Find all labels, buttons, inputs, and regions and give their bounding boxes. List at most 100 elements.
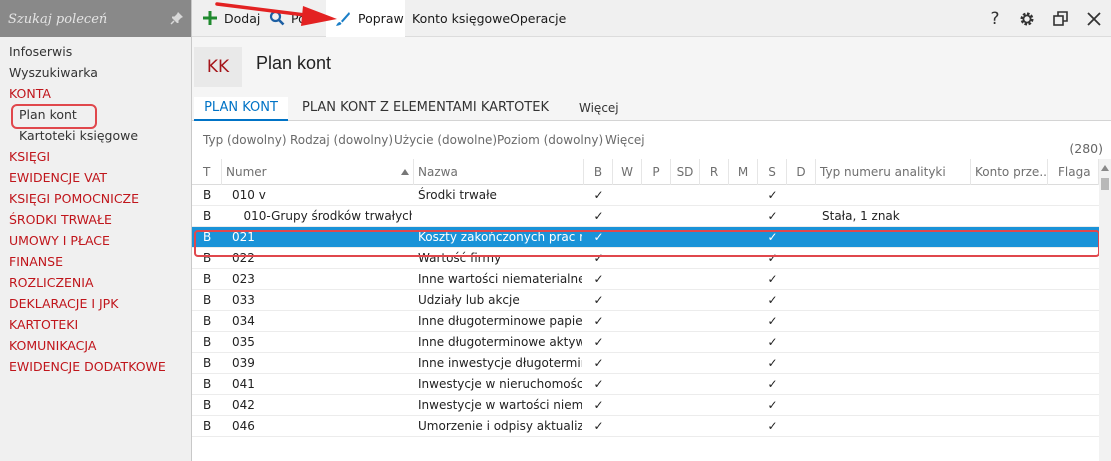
scroll-up-icon[interactable]: [1101, 165, 1109, 171]
cell-t: B: [203, 398, 212, 412]
column-header-t[interactable]: T: [200, 159, 222, 185]
column-header-s[interactable]: S: [758, 159, 787, 185]
scroll-thumb[interactable]: [1101, 178, 1109, 190]
table-row[interactable]: B 046 Umorzenie i odpisy aktualizuj... ✓ ✓: [192, 416, 1099, 437]
help-icon[interactable]: ?: [986, 10, 1004, 28]
cell-t: B: [203, 335, 212, 349]
sidebar-item[interactable]: DEKLARACJE I JPK: [0, 293, 191, 314]
filter-usage[interactable]: Użycie (dowolne): [394, 133, 497, 147]
table-row[interactable]: B 042 Inwestycje w wartości niemat... ✓ ✓: [192, 395, 1099, 416]
cell-nazwa: Inne inwestycje długotermin...: [418, 356, 582, 370]
cell-t: B: [203, 188, 212, 202]
filter-type[interactable]: Typ (dowolny): [203, 133, 287, 147]
filter-level[interactable]: Poziom (dowolny): [497, 133, 603, 147]
cell-b: ✓: [593, 314, 604, 328]
page-title: Plan kont: [256, 53, 332, 73]
cell-nazwa: Inwestycje w wartości niemat...: [418, 398, 582, 412]
cell-nazwa: Umorzenie i odpisy aktualizuj...: [418, 419, 582, 433]
operations-button[interactable]: Operacje: [510, 0, 570, 37]
cell-t: B: [203, 314, 212, 328]
sidebar-item[interactable]: EWIDENCJE VAT: [0, 167, 191, 188]
sidebar-item[interactable]: FINANSE: [0, 251, 191, 272]
sidebar-nav: Infoserwis Wyszukiwarka KONTA Plan kont Kart…: [0, 41, 191, 377]
cell-s: ✓: [767, 314, 778, 328]
filter-bar: Typ (dowolny) Rodzaj (dowolny) Użycie (d…: [192, 121, 1111, 159]
column-header-typ[interactable]: Typ numeru analityki: [816, 159, 971, 185]
cell-b: ✓: [593, 293, 604, 307]
cell-numer: 010 v: [232, 188, 266, 202]
cell-numer: 010-Grupy środków trwałych: [232, 209, 412, 223]
column-header-w[interactable]: W: [613, 159, 642, 185]
column-header-flaga[interactable]: Flaga: [1048, 159, 1099, 185]
pin-icon[interactable]: [170, 11, 184, 25]
sidebar-item[interactable]: UMOWY I PŁACE: [0, 230, 191, 251]
sidebar-item[interactable]: Plan kont: [0, 104, 191, 129]
tab-more[interactable]: Więcej: [579, 97, 619, 121]
cell-b: ✓: [593, 188, 604, 202]
restore-window-icon[interactable]: [1052, 10, 1070, 28]
tab-plan-kont-elementy[interactable]: PLAN KONT Z ELEMENTAMI KARTOTEK: [302, 97, 549, 121]
gear-icon[interactable]: [1018, 10, 1036, 28]
sidebar-item[interactable]: KOMUNIKACJA: [0, 335, 191, 356]
sidebar-item[interactable]: KONTA: [0, 83, 191, 104]
account-button[interactable]: Konto księgowe: [412, 0, 510, 37]
column-header-numer[interactable]: Numer: [222, 159, 414, 185]
command-search: [0, 0, 191, 37]
search-label: Po: [291, 11, 306, 26]
table-row[interactable]: B 021 Koszty zakończonych prac ro... ✓ ✓: [192, 227, 1099, 248]
cell-t: B: [203, 209, 212, 223]
sidebar-item[interactable]: ROZLICZENIA: [0, 272, 191, 293]
cell-numer: 034: [232, 314, 255, 328]
column-header-konto[interactable]: Konto prze...: [971, 159, 1048, 185]
column-header-d[interactable]: D: [787, 159, 816, 185]
table-row[interactable]: B 035 Inne długoterminowe aktywa... ✓ ✓: [192, 332, 1099, 353]
column-header-p[interactable]: P: [642, 159, 671, 185]
cell-s: ✓: [767, 398, 778, 412]
cell-numer: 022: [232, 251, 255, 265]
column-header-m[interactable]: M: [729, 159, 758, 185]
table-row[interactable]: B 023 Inne wartości niematerialne i... ✓ ✓: [192, 269, 1099, 290]
cell-b: ✓: [593, 230, 604, 244]
command-search-input[interactable]: [8, 9, 158, 29]
column-header-sd[interactable]: SD: [671, 159, 700, 185]
sidebar-item[interactable]: KSIĘGI POMOCNICZE: [0, 188, 191, 209]
edit-button[interactable]: Popraw: [326, 0, 405, 37]
table-row[interactable]: B 010-Grupy środków trwałych ✓ ✓ Stała, 1 z…: [192, 206, 1099, 227]
sidebar-item[interactable]: ŚRODKI TRWAŁE: [0, 209, 191, 230]
close-icon[interactable]: [1085, 10, 1103, 28]
filter-more[interactable]: Więcej: [605, 133, 645, 147]
cell-typ: [822, 227, 972, 248]
column-header-r[interactable]: R: [700, 159, 729, 185]
cell-s: ✓: [767, 293, 778, 307]
cell-b: ✓: [593, 377, 604, 391]
cell-numer: 021: [232, 230, 255, 244]
sidebar-item[interactable]: Wyszukiwarka: [0, 62, 191, 83]
column-header-nazwa[interactable]: Nazwa: [414, 159, 584, 185]
cell-numer: 039: [232, 356, 255, 370]
grid-scrollbar[interactable]: [1099, 159, 1111, 461]
sidebar-item[interactable]: KSIĘGI: [0, 146, 191, 167]
table-row[interactable]: B 041 Inwestycje w nieruchomości ✓ ✓: [192, 374, 1099, 395]
table-row[interactable]: B 010 v Środki trwałe ✓ ✓: [192, 185, 1099, 206]
cell-typ: [822, 374, 972, 395]
cell-s: ✓: [767, 377, 778, 391]
add-label: Dodaj: [224, 11, 261, 26]
table-row[interactable]: B 033 Udziały lub akcje ✓ ✓: [192, 290, 1099, 311]
cell-s: ✓: [767, 419, 778, 433]
sidebar-item[interactable]: EWIDENCJE DODATKOWE: [0, 356, 191, 377]
column-header-b[interactable]: B: [584, 159, 613, 185]
table-row[interactable]: B 034 Inne długoterminowe papiery... ✓ ✓: [192, 311, 1099, 332]
tab-plan-kont[interactable]: PLAN KONT: [194, 97, 288, 121]
sidebar-item[interactable]: Infoserwis: [0, 41, 191, 62]
add-button[interactable]: Dodaj: [202, 0, 262, 37]
cell-numer: 046: [232, 419, 255, 433]
plus-icon: [203, 11, 217, 25]
cell-t: B: [203, 293, 212, 307]
table-row[interactable]: B 039 Inne inwestycje długotermin... ✓ ✓: [192, 353, 1099, 374]
table-row[interactable]: B 022 Wartość firmy ✓ ✓: [192, 248, 1099, 269]
cell-s: ✓: [767, 272, 778, 286]
sidebar-item[interactable]: KARTOTEKI: [0, 314, 191, 335]
search-button[interactable]: Po: [269, 0, 317, 37]
filter-kind[interactable]: Rodzaj (dowolny): [290, 133, 393, 147]
cell-b: ✓: [593, 209, 604, 223]
